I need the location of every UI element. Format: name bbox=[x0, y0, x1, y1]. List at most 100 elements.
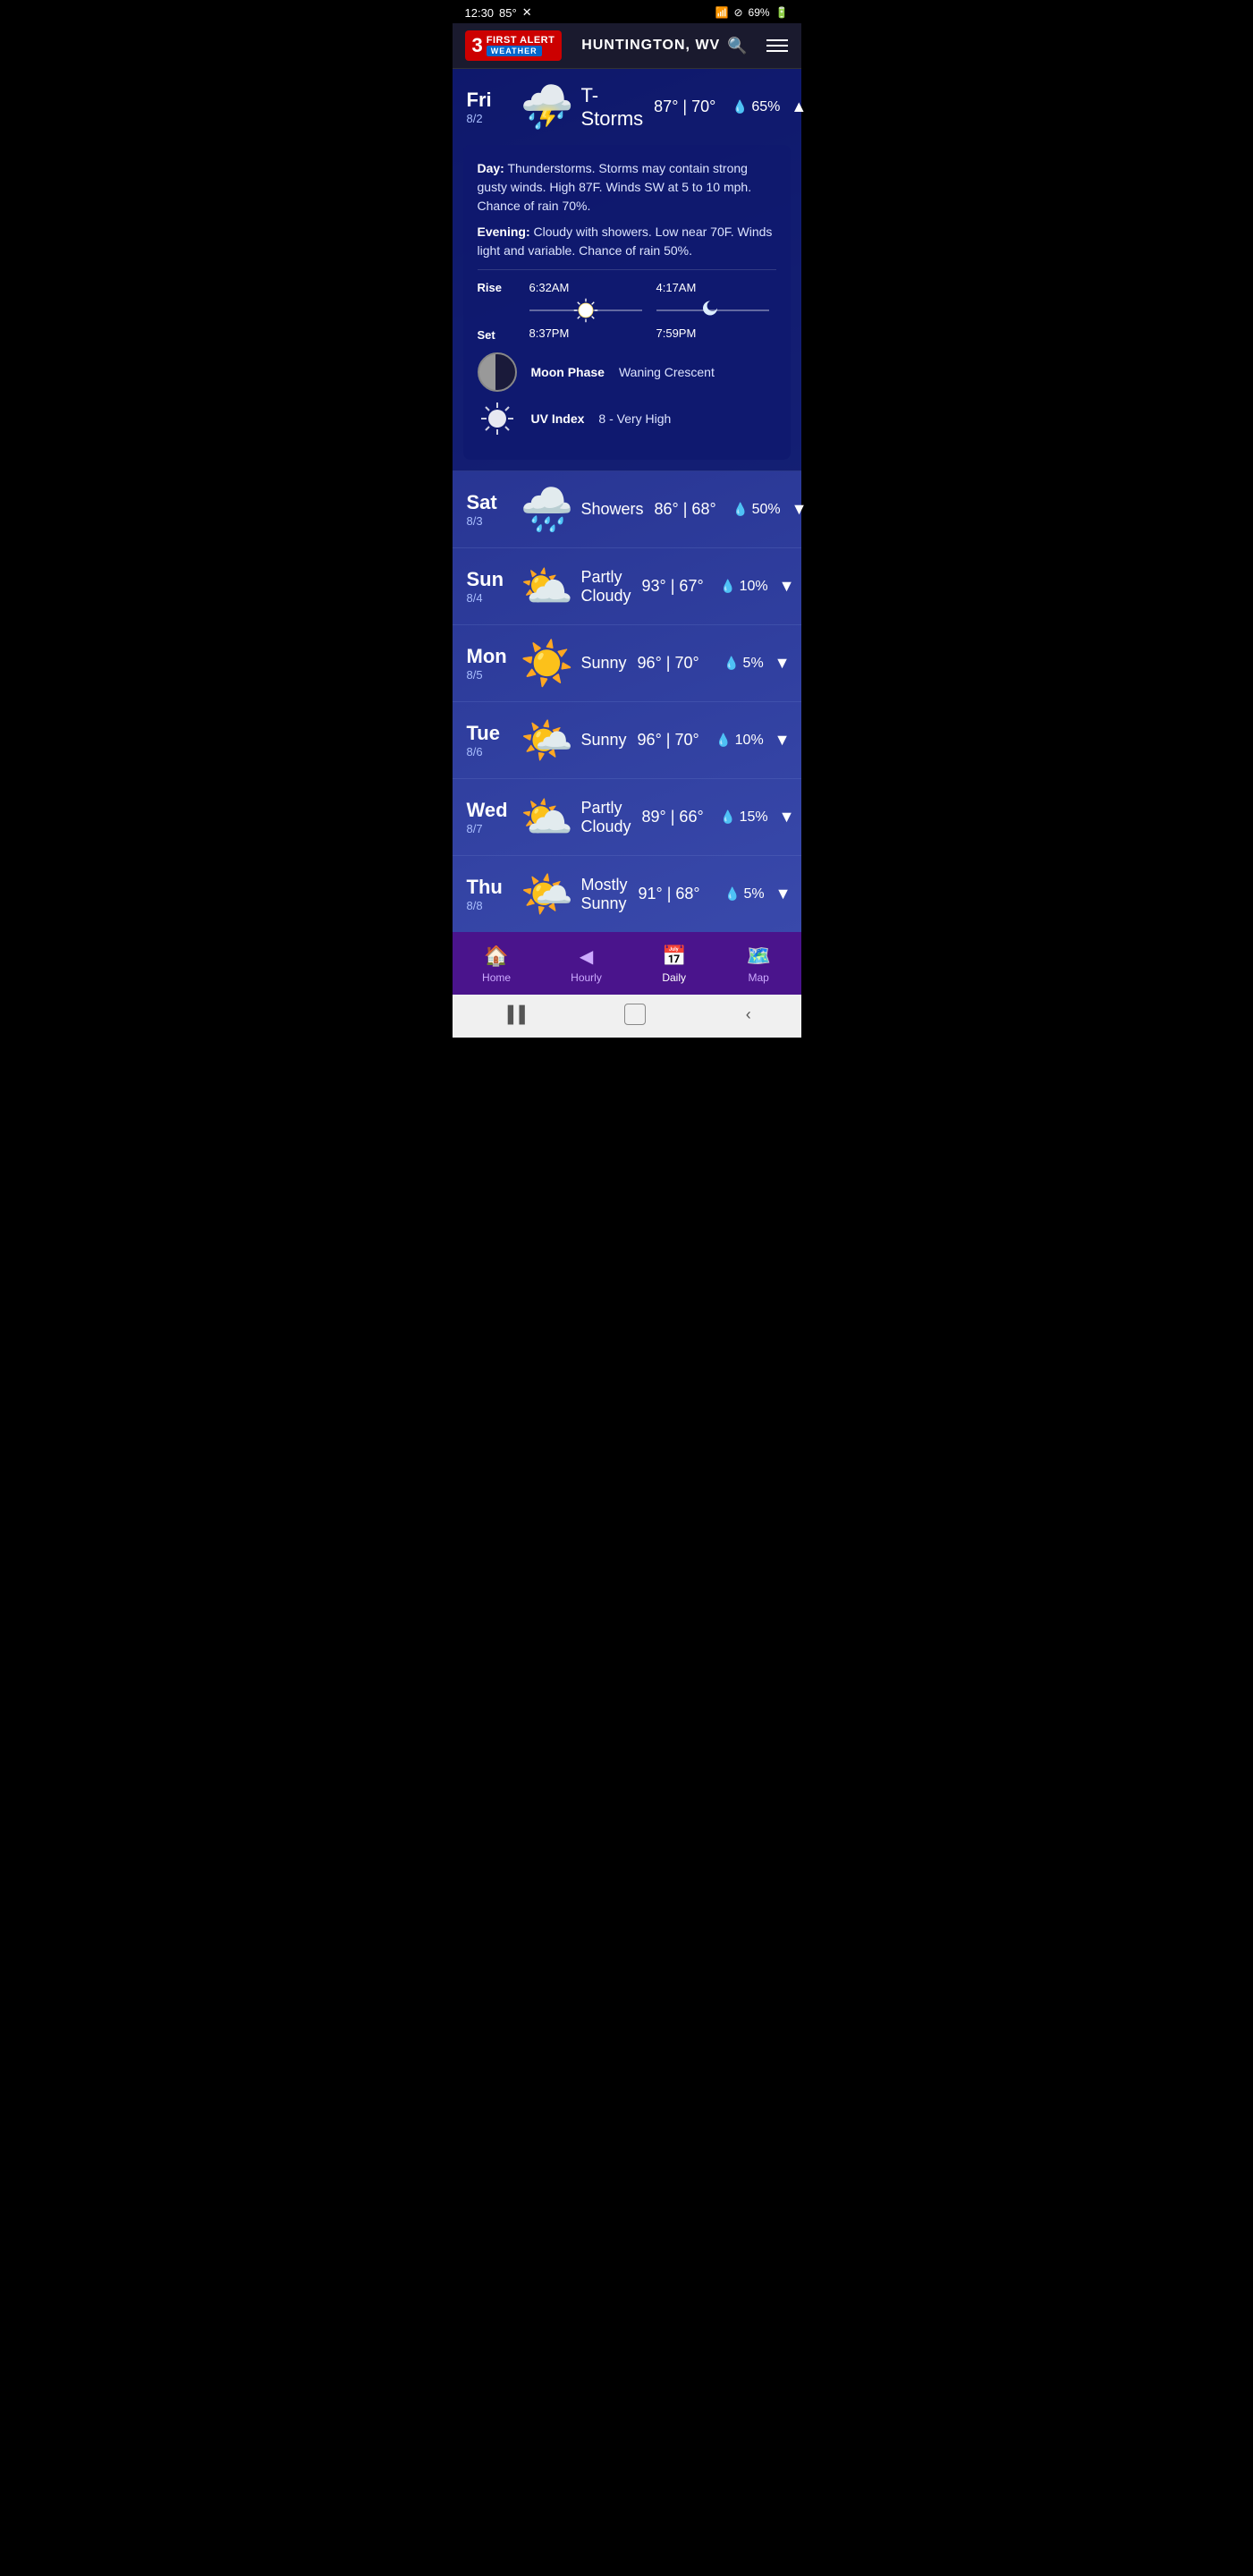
friday-low: 70° bbox=[691, 97, 715, 115]
day-condition: PartlyCloudy bbox=[581, 568, 631, 606]
forecast-day-tue[interactable]: Tue 8/6 🌤️ Sunny 96° | 70° 💧 10% ▼ bbox=[453, 702, 801, 779]
day-precip: 💧 5% bbox=[710, 656, 764, 672]
expand-button[interactable]: ▼ bbox=[775, 654, 791, 673]
day-condition: MostlySunny bbox=[581, 876, 628, 913]
battery-icon: 🔋 bbox=[775, 6, 789, 19]
moon-icon bbox=[699, 295, 726, 326]
day-condition: PartlyCloudy bbox=[581, 799, 631, 836]
day-icon: ⛅ bbox=[521, 792, 571, 843]
friday-precip: 💧 65% bbox=[726, 99, 780, 115]
precip-value: 15% bbox=[740, 809, 768, 826]
day-date: 8/3 bbox=[467, 514, 510, 528]
daily-icon: 📅 bbox=[662, 945, 686, 968]
nav-hourly[interactable]: ◀ Hourly bbox=[556, 942, 616, 987]
status-temp: 85° bbox=[499, 6, 517, 20]
drop-icon: 💧 bbox=[724, 886, 740, 902]
friday-weather-icon: ⛈️ bbox=[521, 81, 571, 132]
wifi-icon: 📶 bbox=[715, 6, 729, 19]
sun-rise-time: 6:32AM bbox=[529, 281, 570, 294]
drop-icon: 💧 bbox=[724, 656, 739, 671]
day-name: Wed bbox=[467, 799, 510, 822]
day-name: Mon bbox=[467, 645, 510, 668]
nav-home-label: Home bbox=[482, 971, 511, 984]
precip-drop-icon: 💧 bbox=[732, 99, 748, 114]
set-label: Set bbox=[478, 328, 522, 342]
moon-rise-time: 4:17AM bbox=[656, 281, 697, 294]
nav-home[interactable]: 🏠 Home bbox=[468, 941, 525, 987]
forecast-list: Sat 8/3 🌧️ Showers 86° | 68° 💧 50% ▼ Sun… bbox=[453, 471, 801, 932]
expand-button[interactable]: ▼ bbox=[779, 577, 795, 596]
map-icon: 🗺️ bbox=[746, 945, 770, 968]
day-icon: 🌤️ bbox=[521, 869, 571, 919]
android-back-button[interactable]: ‹ bbox=[746, 1005, 751, 1024]
sun-moon-section: Rise Set 6:32AM bbox=[478, 281, 776, 342]
status-bar: 12:30 85° ✕ 📶 ⊘ 69% 🔋 bbox=[453, 0, 801, 23]
nav-map-label: Map bbox=[749, 971, 769, 984]
bottom-nav: 🏠 Home ◀ Hourly 📅 Daily 🗺️ Map bbox=[453, 932, 801, 995]
day-name: Tue bbox=[467, 722, 510, 745]
hourly-icon: ◀ bbox=[580, 945, 593, 968]
day-temps: 96° | 70° bbox=[638, 731, 699, 750]
moon-phase-value: Waning Crescent bbox=[619, 365, 715, 379]
expand-button[interactable]: ▼ bbox=[775, 731, 791, 750]
moon-set-time: 7:59PM bbox=[656, 326, 697, 340]
logo-number: 3 bbox=[472, 34, 483, 57]
no-disturb-icon: ⊘ bbox=[733, 6, 742, 19]
friday-day-name: Fri bbox=[467, 89, 510, 112]
weather-content: Fri 8/2 ⛈️ T-Storms 87° | 70° 💧 65% ▲ Da… bbox=[453, 69, 801, 932]
day-icon: ⛅ bbox=[521, 561, 571, 612]
friday-precip-value: 65% bbox=[751, 99, 780, 115]
day-precip: 💧 50% bbox=[727, 502, 781, 518]
expanded-day-friday: Fri 8/2 ⛈️ T-Storms 87° | 70° 💧 65% ▲ Da… bbox=[453, 69, 801, 471]
evening-label: Evening: bbox=[478, 225, 530, 239]
moon-phase-row: Moon Phase Waning Crescent bbox=[478, 352, 776, 392]
friday-day-forecast: Day: Thunderstorms. Storms may contain s… bbox=[478, 159, 776, 216]
uv-row: UV Index 8 - Very High bbox=[478, 399, 776, 438]
day-condition: Sunny bbox=[581, 731, 627, 750]
forecast-day-thu[interactable]: Thu 8/8 🌤️ MostlySunny 91° | 68° 💧 5% ▼ bbox=[453, 856, 801, 932]
day-date: 8/7 bbox=[467, 822, 510, 835]
nav-map[interactable]: 🗺️ Map bbox=[732, 941, 784, 987]
status-x-icon: ✕ bbox=[522, 5, 532, 20]
forecast-day-wed[interactable]: Wed 8/7 ⛅ PartlyCloudy 89° | 66° 💧 15% ▼ bbox=[453, 779, 801, 856]
drop-icon: 💧 bbox=[715, 733, 731, 748]
menu-button[interactable] bbox=[766, 39, 788, 52]
day-temps: 89° | 66° bbox=[642, 808, 704, 826]
expand-button[interactable]: ▼ bbox=[779, 808, 795, 826]
day-name: Thu bbox=[467, 876, 510, 899]
friday-temps: 87° | 70° bbox=[654, 97, 715, 116]
uv-label: UV Index bbox=[531, 411, 585, 426]
day-label: Day: bbox=[478, 161, 504, 175]
drop-icon: 💧 bbox=[732, 502, 748, 517]
friday-condition: T-Storms bbox=[581, 84, 644, 131]
forecast-day-sat[interactable]: Sat 8/3 🌧️ Showers 86° | 68° 💧 50% ▼ bbox=[453, 471, 801, 548]
day-date: 8/5 bbox=[467, 668, 510, 682]
precip-value: 5% bbox=[743, 656, 764, 672]
android-home-button[interactable] bbox=[624, 1004, 646, 1025]
android-recents-button[interactable]: ▐▐ bbox=[502, 1005, 525, 1024]
nav-daily[interactable]: 📅 Daily bbox=[648, 941, 700, 987]
android-nav-bar: ▐▐ ‹ bbox=[453, 995, 801, 1038]
status-time: 12:30 bbox=[465, 6, 495, 20]
day-precip: 💧 15% bbox=[715, 809, 768, 826]
moon-phase-label: Moon Phase bbox=[531, 365, 605, 379]
forecast-day-sun[interactable]: Sun 8/4 ⛅ PartlyCloudy 93° | 67° 💧 10% ▼ bbox=[453, 548, 801, 625]
friday-collapse-button[interactable]: ▲ bbox=[791, 97, 807, 116]
search-button[interactable]: 🔍 bbox=[727, 37, 747, 55]
day-temps: 93° | 67° bbox=[642, 577, 704, 596]
app-header: 3 FIRST ALERT WEATHER HUNTINGTON, WV 🔍 bbox=[453, 23, 801, 69]
drop-icon: 💧 bbox=[720, 579, 735, 594]
day-temps: 96° | 70° bbox=[638, 654, 699, 673]
friday-expanded-panel: Day: Thunderstorms. Storms may contain s… bbox=[463, 145, 791, 460]
app-logo: 3 FIRST ALERT WEATHER bbox=[465, 30, 563, 61]
logo-weather: WEATHER bbox=[487, 46, 542, 56]
day-date: 8/4 bbox=[467, 591, 510, 605]
home-icon: 🏠 bbox=[484, 945, 508, 968]
battery-percent: 69% bbox=[749, 6, 770, 19]
forecast-day-mon[interactable]: Mon 8/5 ☀️ Sunny 96° | 70° 💧 5% ▼ bbox=[453, 625, 801, 702]
day-name: Sun bbox=[467, 568, 510, 591]
expand-button[interactable]: ▼ bbox=[775, 885, 792, 903]
expand-button[interactable]: ▼ bbox=[792, 500, 808, 519]
day-precip: 💧 5% bbox=[711, 886, 765, 902]
uv-icon bbox=[478, 399, 517, 438]
